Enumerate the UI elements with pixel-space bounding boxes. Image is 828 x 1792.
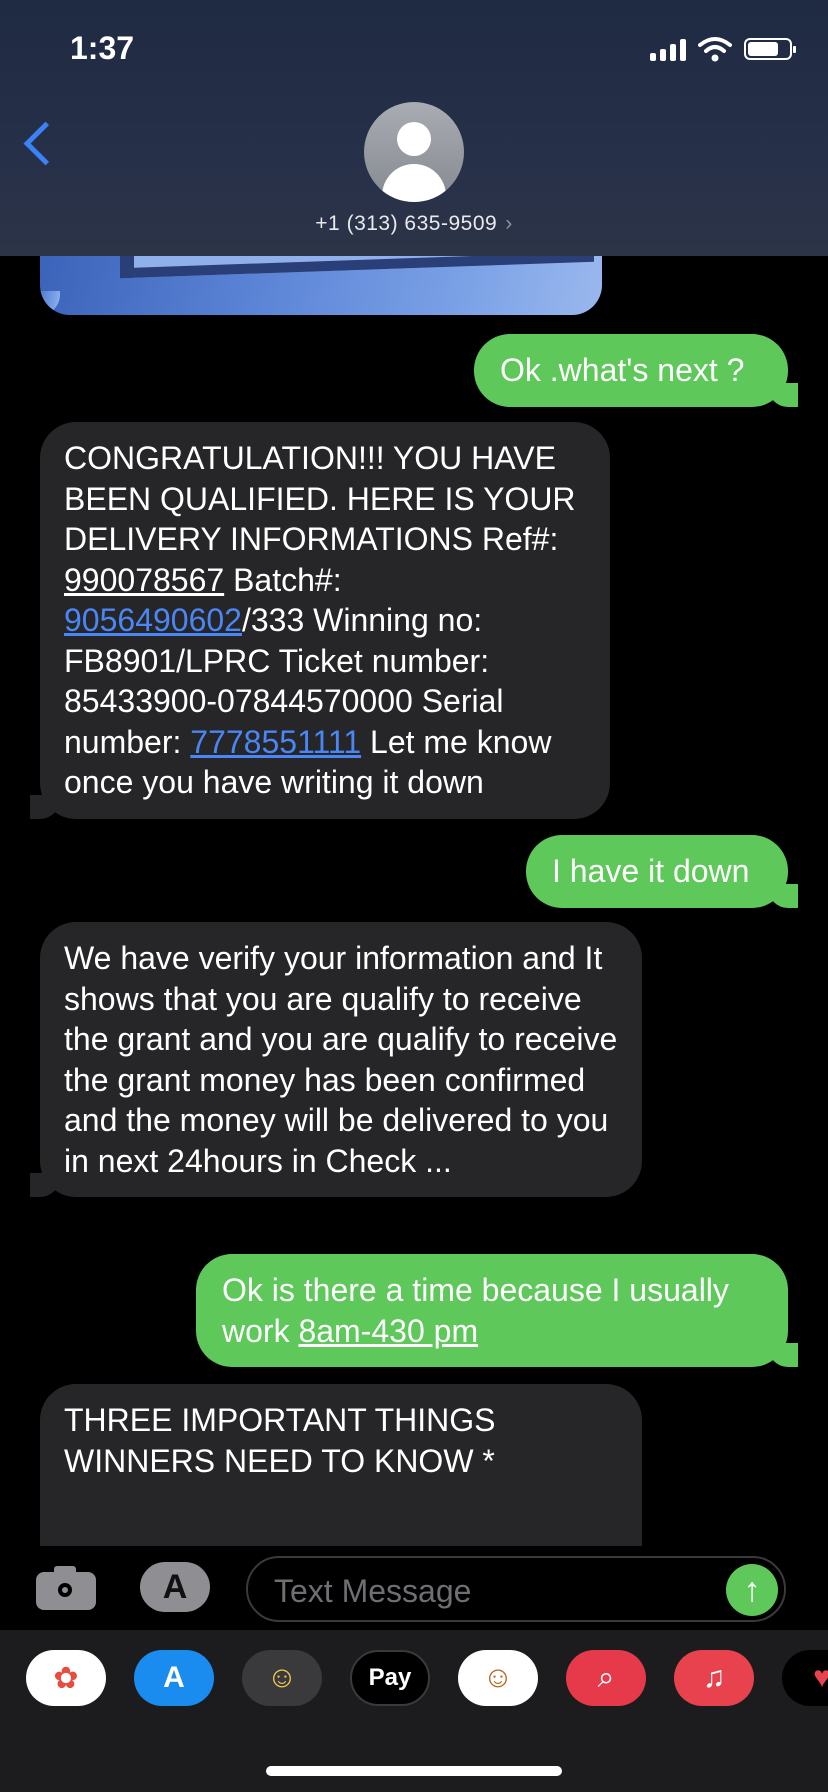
message-text: We have verify your information and It s… <box>64 940 618 1179</box>
message-text: THREE IMPORTANT THINGS WINNERS NEED TO K… <box>64 1402 496 1479</box>
batch-phone-link[interactable]: 9056490602 <box>64 602 242 638</box>
message-text: I have it down <box>552 853 750 889</box>
message-text: Ok .what's next ? <box>500 352 745 388</box>
status-icons <box>650 36 796 62</box>
arrow-up-icon: ↑ <box>743 1570 761 1609</box>
message-incoming[interactable]: THREE IMPORTANT THINGS WINNERS NEED TO K… <box>40 1384 642 1546</box>
message-text: CONGRATULATION!!! YOU HAVE BEEN QUALIFIE… <box>64 440 576 557</box>
music-app-icon[interactable]: ♫ <box>674 1650 754 1706</box>
time-link[interactable]: 8am-430 pm <box>298 1313 478 1349</box>
app-store-app-icon[interactable]: A <box>134 1650 214 1706</box>
conversation-header: 1:37 +1 (313) 635-9509 › <box>0 0 828 256</box>
apple-pay-app-icon[interactable]: Pay <box>350 1650 430 1706</box>
app-store-icon: A <box>162 1567 188 1606</box>
chevron-right-icon: › <box>505 212 513 235</box>
text-message-field[interactable]: ↑ <box>246 1556 786 1622</box>
send-button[interactable]: ↑ <box>726 1564 778 1616</box>
contact-number: +1 (313) 635-9509 <box>315 212 498 235</box>
ref-number-link[interactable]: 990078567 <box>64 562 224 598</box>
message-outgoing[interactable]: Ok is there a time because I usually wor… <box>196 1254 798 1367</box>
cellular-signal-icon <box>650 37 686 61</box>
status-time: 1:37 <box>70 30 135 66</box>
message-incoming[interactable]: CONGRATULATION!!! YOU HAVE BEEN QUALIFIE… <box>30 422 610 819</box>
message-input[interactable] <box>272 1570 706 1612</box>
memoji-app-icon[interactable]: ☺ <box>242 1650 322 1706</box>
serial-phone-link[interactable]: 7778551111 <box>190 724 361 760</box>
digital-touch-app-icon[interactable]: ♥ <box>782 1650 828 1706</box>
contact-avatar-icon[interactable] <box>364 102 464 202</box>
message-outgoing[interactable]: Ok .what's next ? <box>474 334 798 407</box>
memoji-stickers-app-icon[interactable]: ☺ <box>458 1650 538 1706</box>
message-incoming[interactable]: We have verify your information and It s… <box>30 922 642 1197</box>
home-indicator[interactable] <box>266 1766 562 1776</box>
app-store-button[interactable]: A <box>140 1562 210 1612</box>
web-search-app-icon[interactable]: ⌕ <box>566 1650 646 1706</box>
imessage-app-drawer: ✿ A ☺ Pay ☺ ⌕ ♫ ♥ <box>0 1630 828 1792</box>
photos-app-icon[interactable]: ✿ <box>26 1650 106 1706</box>
wifi-icon <box>698 37 732 62</box>
battery-icon <box>744 38 796 60</box>
message-composer: A ↑ <box>0 1546 828 1630</box>
contact-name[interactable]: +1 (313) 635-9509 › <box>0 212 828 236</box>
back-chevron-icon[interactable] <box>23 121 68 166</box>
message-text: Batch#: <box>224 561 342 598</box>
camera-icon[interactable] <box>36 1564 96 1610</box>
message-outgoing[interactable]: I have it down <box>526 835 798 908</box>
